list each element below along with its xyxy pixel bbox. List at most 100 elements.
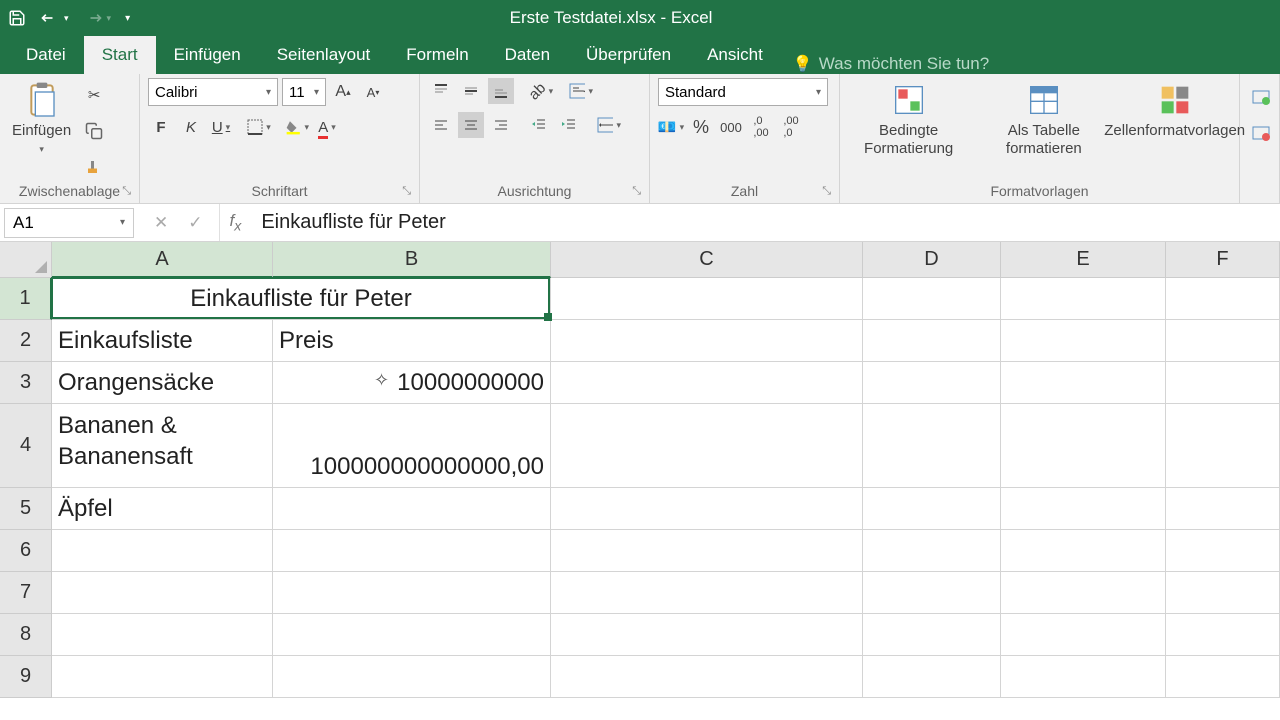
merge-button[interactable] — [596, 112, 622, 138]
cell-a3[interactable]: Orangensäcke — [52, 362, 273, 404]
cell-a2[interactable]: Einkaufsliste — [52, 320, 273, 362]
tellme-search[interactable]: 💡 Was möchten Sie tun? — [781, 54, 1001, 74]
cell-e2[interactable] — [1001, 320, 1166, 362]
cell-c5[interactable] — [551, 488, 863, 530]
row-header-2[interactable]: 2 — [0, 320, 52, 362]
cell-c1[interactable] — [551, 278, 863, 320]
thousands-button[interactable]: 000 — [718, 114, 744, 140]
cell-e3[interactable] — [1001, 362, 1166, 404]
tab-seitenlayout[interactable]: Seitenlayout — [259, 36, 389, 74]
tab-daten[interactable]: Daten — [487, 36, 568, 74]
tab-ueberpruefen[interactable]: Überprüfen — [568, 36, 689, 74]
row-header-1[interactable]: 1 — [0, 278, 52, 320]
cell-a7[interactable] — [52, 572, 273, 614]
cell-e6[interactable] — [1001, 530, 1166, 572]
align-left-button[interactable] — [428, 112, 454, 138]
cell-b9[interactable] — [273, 656, 551, 698]
align-center-button[interactable] — [458, 112, 484, 138]
decrease-decimal-button[interactable]: ,00,0 — [778, 114, 804, 140]
font-name-select[interactable]: Calibri▾ — [148, 78, 278, 106]
cell-c6[interactable] — [551, 530, 863, 572]
cell-f9[interactable] — [1166, 656, 1280, 698]
tab-ansicht[interactable]: Ansicht — [689, 36, 781, 74]
cell-d3[interactable] — [863, 362, 1001, 404]
wrap-text-button[interactable] — [568, 78, 594, 104]
cell-a9[interactable] — [52, 656, 273, 698]
tab-einfuegen[interactable]: Einfügen — [156, 36, 259, 74]
italic-button[interactable]: K — [178, 114, 204, 140]
cell-a8[interactable] — [52, 614, 273, 656]
font-color-button[interactable]: A — [314, 114, 340, 140]
col-header-b[interactable]: B — [273, 242, 551, 278]
row-header-3[interactable]: 3 — [0, 362, 52, 404]
tab-formeln[interactable]: Formeln — [388, 36, 486, 74]
select-all-corner[interactable] — [0, 242, 52, 278]
fill-color-button[interactable] — [284, 114, 310, 140]
row-header-7[interactable]: 7 — [0, 572, 52, 614]
cell-b8[interactable] — [273, 614, 551, 656]
decrease-font-button[interactable]: A▾ — [360, 79, 386, 105]
cell-b3[interactable]: 10000000000 — [273, 362, 551, 404]
paste-button[interactable]: Einfügen ▾ — [8, 78, 75, 159]
insert-cells-button[interactable] — [1248, 84, 1274, 110]
col-header-e[interactable]: E — [1001, 242, 1166, 278]
cell-a4[interactable]: Bananen & Bananensaft — [52, 404, 273, 488]
save-button[interactable] — [8, 9, 26, 27]
cell-d9[interactable] — [863, 656, 1001, 698]
cell-f4[interactable] — [1166, 404, 1280, 488]
decrease-indent-button[interactable] — [526, 112, 552, 138]
cell-c8[interactable] — [551, 614, 863, 656]
orientation-button[interactable]: ab — [528, 78, 554, 104]
cell-f3[interactable] — [1166, 362, 1280, 404]
accounting-format-button[interactable]: 💶 — [658, 114, 684, 140]
cell-d2[interactable] — [863, 320, 1001, 362]
col-header-d[interactable]: D — [863, 242, 1001, 278]
font-launcher[interactable]: ⤡ — [402, 185, 411, 198]
cell-f6[interactable] — [1166, 530, 1280, 572]
col-header-f[interactable]: F — [1166, 242, 1280, 278]
conditional-formatting-button[interactable]: Bedingte Formatierung — [848, 78, 969, 162]
redo-button[interactable]: ▾ — [83, 10, 112, 26]
number-format-select[interactable]: Standard▾ — [658, 78, 828, 106]
align-middle-button[interactable] — [458, 78, 484, 104]
cell-f7[interactable] — [1166, 572, 1280, 614]
cell-e9[interactable] — [1001, 656, 1166, 698]
cell-e7[interactable] — [1001, 572, 1166, 614]
align-right-button[interactable] — [488, 112, 514, 138]
cell-d7[interactable] — [863, 572, 1001, 614]
cell-e1[interactable] — [1001, 278, 1166, 320]
cell-b6[interactable] — [273, 530, 551, 572]
cell-a1-b1[interactable]: Einkaufliste für Peter — [52, 278, 551, 320]
increase-decimal-button[interactable]: ,0,00 — [748, 114, 774, 140]
cell-b4[interactable]: 100000000000000,00 — [273, 404, 551, 488]
align-launcher[interactable]: ⤡ — [632, 185, 641, 198]
cell-f8[interactable] — [1166, 614, 1280, 656]
row-header-9[interactable]: 9 — [0, 656, 52, 698]
col-header-c[interactable]: C — [551, 242, 863, 278]
tab-start[interactable]: Start — [84, 36, 156, 74]
cancel-edit-button[interactable]: ✕ — [148, 213, 174, 233]
cell-c7[interactable] — [551, 572, 863, 614]
cell-b5[interactable] — [273, 488, 551, 530]
cell-f1[interactable] — [1166, 278, 1280, 320]
confirm-edit-button[interactable]: ✓ — [182, 213, 208, 233]
cut-button[interactable]: ✂ — [81, 82, 107, 108]
align-top-button[interactable] — [428, 78, 454, 104]
percent-button[interactable]: % — [688, 114, 714, 140]
cell-d5[interactable] — [863, 488, 1001, 530]
cell-f2[interactable] — [1166, 320, 1280, 362]
cell-e8[interactable] — [1001, 614, 1166, 656]
cell-e5[interactable] — [1001, 488, 1166, 530]
increase-font-button[interactable]: A▴ — [330, 79, 356, 105]
name-box[interactable]: A1▾ — [4, 208, 134, 238]
row-header-4[interactable]: 4 — [0, 404, 52, 488]
formula-input[interactable]: Einkaufliste für Peter — [251, 211, 1280, 234]
undo-button[interactable]: ▾ — [40, 10, 69, 26]
font-size-select[interactable]: 11▾ — [282, 78, 326, 106]
increase-indent-button[interactable] — [556, 112, 582, 138]
cell-e4[interactable] — [1001, 404, 1166, 488]
format-as-table-button[interactable]: Als Tabelle formatieren — [983, 78, 1104, 162]
cell-d1[interactable] — [863, 278, 1001, 320]
cell-c4[interactable] — [551, 404, 863, 488]
col-header-a[interactable]: A — [52, 242, 273, 278]
